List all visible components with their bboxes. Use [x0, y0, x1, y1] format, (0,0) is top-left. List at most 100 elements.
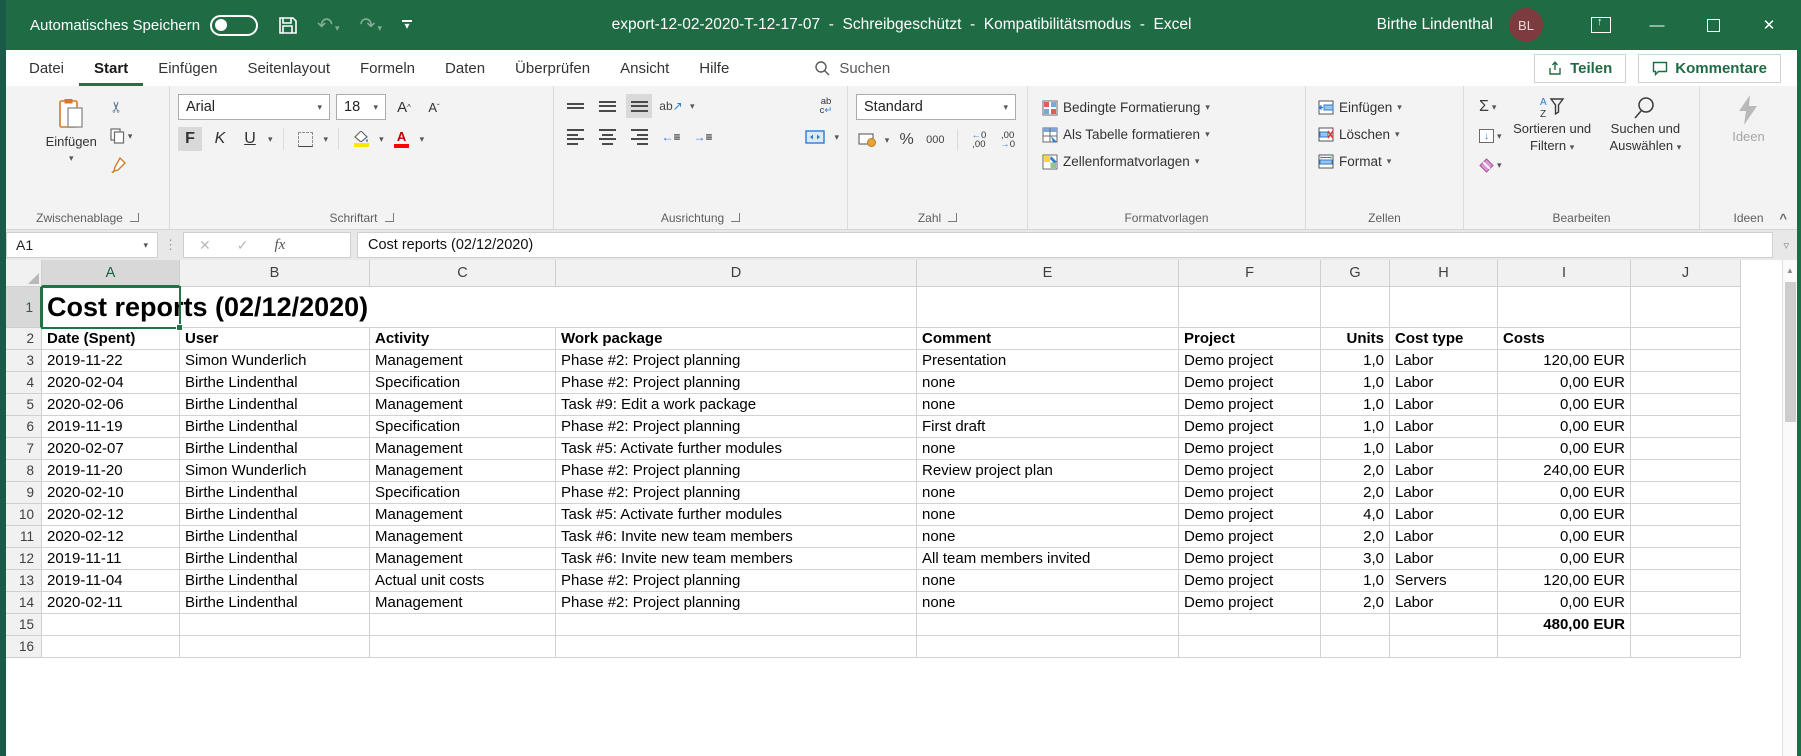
select-all-corner[interactable]	[6, 260, 42, 287]
cell-H15[interactable]	[1390, 614, 1498, 636]
cell-I11[interactable]: 0,00 EUR	[1498, 526, 1631, 548]
cell-J9[interactable]	[1631, 482, 1741, 504]
cell-H8[interactable]: Labor	[1390, 460, 1498, 482]
tab-überprüfen[interactable]: Überprüfen	[500, 50, 605, 86]
close-button[interactable]: ✕	[1741, 0, 1797, 50]
borders-button[interactable]	[294, 127, 318, 151]
merge-center-button[interactable]	[802, 125, 828, 149]
cell-A3[interactable]: 2019-11-22	[42, 350, 180, 372]
tab-hilfe[interactable]: Hilfe	[684, 50, 744, 86]
cell-F4[interactable]: Demo project	[1179, 372, 1321, 394]
cell-D4[interactable]: Phase #2: Project planning	[556, 372, 917, 394]
cell-G15[interactable]	[1321, 614, 1390, 636]
cell-J3[interactable]	[1631, 350, 1741, 372]
cell-A9[interactable]: 2020-02-10	[42, 482, 180, 504]
cell-A6[interactable]: 2019-11-19	[42, 416, 180, 438]
cell-I9[interactable]: 0,00 EUR	[1498, 482, 1631, 504]
col-header-G[interactable]: G	[1321, 260, 1390, 287]
user-name[interactable]: Birthe Lindenthal	[1377, 16, 1493, 34]
cell-G12[interactable]: 3,0	[1321, 548, 1390, 570]
cell-A7[interactable]: 2020-02-07	[42, 438, 180, 460]
cell-D10[interactable]: Task #5: Activate further modules	[556, 504, 917, 526]
tab-formeln[interactable]: Formeln	[345, 50, 430, 86]
cut-button[interactable]: ✂	[107, 96, 136, 118]
col-header-H[interactable]: H	[1390, 260, 1498, 287]
cell-H12[interactable]: Labor	[1390, 548, 1498, 570]
cell-A2[interactable]: Date (Spent)	[42, 328, 180, 350]
cell-D12[interactable]: Task #6: Invite new team members	[556, 548, 917, 570]
cell-H7[interactable]: Labor	[1390, 438, 1498, 460]
formula-bar-splitter[interactable]: ⋮	[164, 237, 177, 253]
cell-A1[interactable]: Cost reports (02/12/2020)	[42, 287, 917, 328]
insert-cells-button[interactable]: Einfügen ▾	[1318, 94, 1455, 121]
clipboard-dialog-launcher-icon[interactable]	[130, 213, 139, 222]
cell-I1[interactable]	[1498, 287, 1631, 328]
cell-I16[interactable]	[1498, 636, 1631, 658]
cell-G9[interactable]: 2,0	[1321, 482, 1390, 504]
comments-button[interactable]: Kommentare	[1638, 54, 1781, 83]
scroll-thumb[interactable]	[1785, 282, 1796, 422]
row-header-11[interactable]: 11	[6, 526, 42, 548]
search-box[interactable]: Suchen	[814, 60, 890, 77]
decrease-font-button[interactable]: Aˇ	[422, 95, 446, 119]
cell-B4[interactable]: Birthe Lindenthal	[180, 372, 370, 394]
cell-C6[interactable]: Specification	[370, 416, 556, 438]
cell-E13[interactable]: none	[917, 570, 1179, 592]
cell-G10[interactable]: 4,0	[1321, 504, 1390, 526]
cell-C7[interactable]: Management	[370, 438, 556, 460]
cell-F16[interactable]	[1179, 636, 1321, 658]
cancel-icon[interactable]: ✕	[199, 237, 211, 254]
formula-input[interactable]: Cost reports (02/12/2020)	[357, 232, 1773, 258]
cell-C12[interactable]: Management	[370, 548, 556, 570]
cell-C2[interactable]: Activity	[370, 328, 556, 350]
cell-I4[interactable]: 0,00 EUR	[1498, 372, 1631, 394]
decrease-decimal-button[interactable]: ,00→0	[996, 128, 1019, 152]
increase-font-button[interactable]: A^	[392, 95, 416, 119]
cell-I8[interactable]: 240,00 EUR	[1498, 460, 1631, 482]
cell-H3[interactable]: Labor	[1390, 350, 1498, 372]
cell-E6[interactable]: First draft	[917, 416, 1179, 438]
cell-E4[interactable]: none	[917, 372, 1179, 394]
cell-I10[interactable]: 0,00 EUR	[1498, 504, 1631, 526]
cell-B7[interactable]: Birthe Lindenthal	[180, 438, 370, 460]
cell-F12[interactable]: Demo project	[1179, 548, 1321, 570]
cell-H10[interactable]: Labor	[1390, 504, 1498, 526]
tab-start[interactable]: Start	[79, 50, 143, 86]
accounting-format-button[interactable]	[856, 128, 879, 152]
cell-D8[interactable]: Phase #2: Project planning	[556, 460, 917, 482]
wrap-text-button[interactable]: abc↵	[813, 94, 839, 118]
cell-B8[interactable]: Simon Wunderlich	[180, 460, 370, 482]
cell-F9[interactable]: Demo project	[1179, 482, 1321, 504]
fill-button[interactable]: ↓▾	[1476, 125, 1505, 147]
cell-B5[interactable]: Birthe Lindenthal	[180, 394, 370, 416]
cell-J12[interactable]	[1631, 548, 1741, 570]
cell-E11[interactable]: none	[917, 526, 1179, 548]
col-header-B[interactable]: B	[180, 260, 370, 287]
delete-cells-button[interactable]: Löschen ▾	[1318, 121, 1455, 148]
cell-G4[interactable]: 1,0	[1321, 372, 1390, 394]
cell-B6[interactable]: Birthe Lindenthal	[180, 416, 370, 438]
cell-E14[interactable]: none	[917, 592, 1179, 614]
cell-H1[interactable]	[1390, 287, 1498, 328]
cell-C10[interactable]: Management	[370, 504, 556, 526]
bold-button[interactable]: F	[178, 127, 202, 151]
qat-customize-icon[interactable]: ▾	[402, 20, 412, 30]
cell-H13[interactable]: Servers	[1390, 570, 1498, 592]
cell-F13[interactable]: Demo project	[1179, 570, 1321, 592]
scroll-up-icon[interactable]: ▲	[1783, 260, 1797, 280]
row-header-1[interactable]: 1	[6, 287, 42, 328]
cell-A4[interactable]: 2020-02-04	[42, 372, 180, 394]
paste-button[interactable]: Einfügen ▾	[40, 94, 103, 206]
font-dialog-launcher-icon[interactable]	[385, 213, 394, 222]
cell-B11[interactable]: Birthe Lindenthal	[180, 526, 370, 548]
cell-B10[interactable]: Birthe Lindenthal	[180, 504, 370, 526]
col-header-J[interactable]: J	[1631, 260, 1741, 287]
cell-E8[interactable]: Review project plan	[917, 460, 1179, 482]
format-painter-button[interactable]	[107, 154, 136, 176]
cell-G1[interactable]	[1321, 287, 1390, 328]
copy-button[interactable]: ▾	[107, 125, 136, 147]
ribbon-display-options-button[interactable]	[1573, 0, 1629, 50]
cell-C9[interactable]: Specification	[370, 482, 556, 504]
conditional-formatting-button[interactable]: Bedingte Formatierung ▾	[1042, 94, 1297, 121]
cell-F8[interactable]: Demo project	[1179, 460, 1321, 482]
